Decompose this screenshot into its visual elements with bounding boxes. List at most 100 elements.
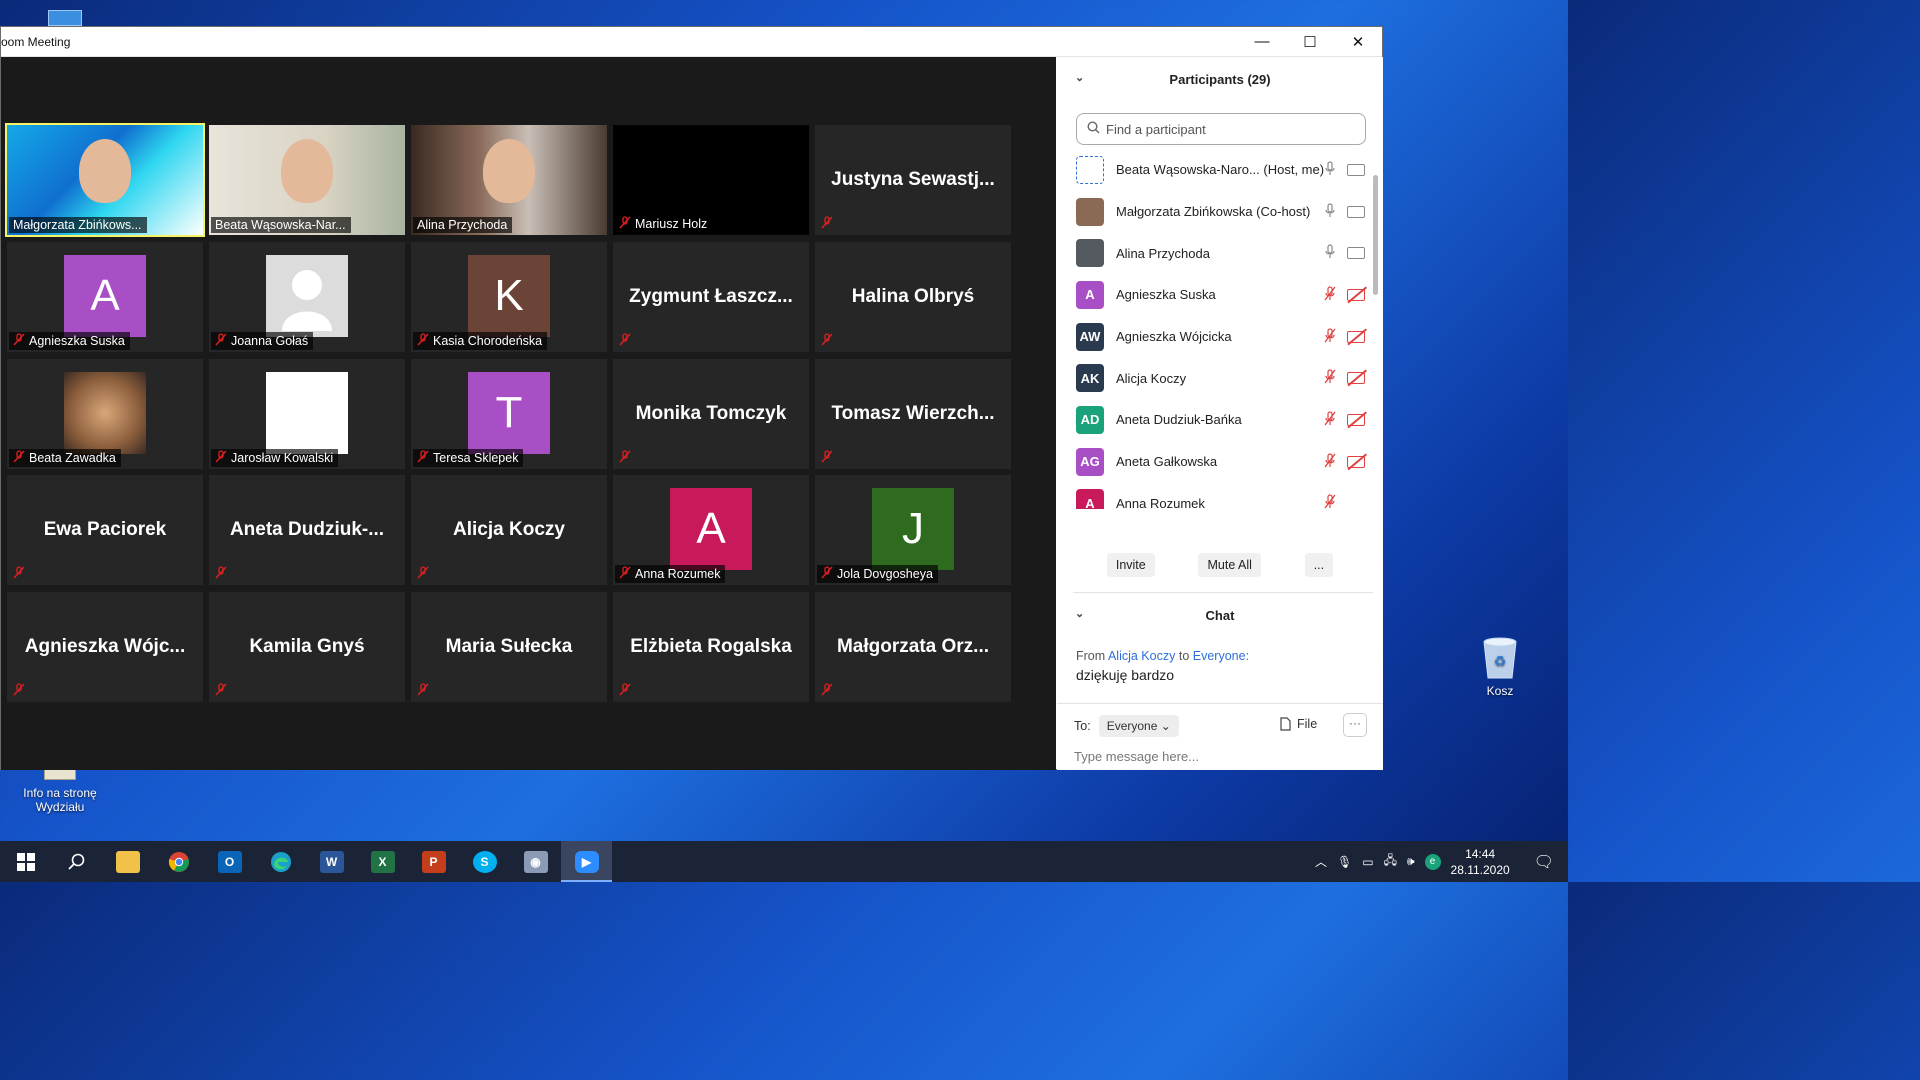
sidebar: ⌄ Participants (29) Find a participant B… bbox=[1057, 57, 1383, 770]
taskbar-edge[interactable] bbox=[255, 841, 306, 882]
recycle-bin-icon: ♻ bbox=[1483, 637, 1517, 679]
taskbar-camera[interactable]: ◉ bbox=[510, 841, 561, 882]
clock-time: 14:44 bbox=[1465, 846, 1496, 861]
participant-row[interactable]: AW Agnieszka Wójcicka bbox=[1057, 316, 1375, 358]
participant-name: Jarosław Kowalski bbox=[231, 451, 334, 465]
desktop-icon-info[interactable]: Info na stronę Wydziału bbox=[14, 766, 106, 814]
maximize-button[interactable]: ☐ bbox=[1286, 27, 1334, 57]
start-button[interactable] bbox=[0, 841, 51, 882]
to-label: To: bbox=[1074, 719, 1091, 733]
video-tile[interactable]: Joanna Gołaś bbox=[209, 242, 405, 352]
mic-muted-icon bbox=[821, 333, 833, 348]
video-tile[interactable]: Ewa Paciorek bbox=[7, 475, 203, 585]
taskbar-excel[interactable]: X bbox=[357, 841, 408, 882]
taskbar-outlook[interactable]: O bbox=[204, 841, 255, 882]
taskbar-search[interactable] bbox=[51, 841, 102, 882]
message-input[interactable]: Type message here... bbox=[1074, 749, 1199, 764]
chat-more-button[interactable]: ··· bbox=[1343, 713, 1367, 737]
search-icon bbox=[1087, 121, 1100, 137]
mic-muted-icon bbox=[1323, 369, 1337, 387]
system-tray: ︿ 🎙 ▭ 🖧 🕪 e 14:44 28.11.2020 🗨 bbox=[1315, 841, 1568, 882]
mute-all-button[interactable]: Mute All bbox=[1198, 553, 1261, 577]
participant-row[interactable]: AK Alicja Koczy bbox=[1057, 357, 1375, 399]
chevron-up-icon[interactable]: ︿ bbox=[1315, 853, 1327, 870]
taskbar-chrome[interactable] bbox=[153, 841, 204, 882]
video-tile[interactable]: Małgorzata Zbińkows... bbox=[5, 123, 205, 237]
invite-button[interactable]: Invite bbox=[1106, 553, 1155, 577]
participant-name-label: Teresa Sklepek bbox=[413, 449, 524, 467]
video-tile[interactable]: Aneta Dudziuk-... bbox=[209, 475, 405, 585]
chevron-down-icon[interactable]: ⌄ bbox=[1075, 607, 1084, 620]
close-button[interactable]: ✕ bbox=[1334, 27, 1382, 57]
microphone-icon[interactable]: 🎙 bbox=[1337, 855, 1352, 869]
recipient-select[interactable]: Everyone ⌄ bbox=[1098, 715, 1179, 737]
video-tile[interactable]: Alina Przychoda bbox=[411, 125, 607, 235]
video-tile[interactable]: Kamila Gnyś bbox=[209, 592, 405, 702]
participant-display-name: Zygmunt Łaszcz... bbox=[629, 286, 793, 307]
desktop-icon-top[interactable] bbox=[48, 10, 82, 26]
video-tile[interactable]: Zygmunt Łaszcz... bbox=[613, 242, 809, 352]
participant-name-label: Anna Rozumek bbox=[615, 565, 726, 583]
video-tile[interactable]: Elżbieta Rogalska bbox=[613, 592, 809, 702]
participant-name: Jola Dovgosheya bbox=[837, 567, 933, 581]
taskbar-skype[interactable]: S bbox=[459, 841, 510, 882]
participant-row[interactable]: Beata Wąsowska-Naro... (Host, me) bbox=[1057, 149, 1375, 191]
notification-icon[interactable]: 🗨 bbox=[1534, 852, 1554, 872]
video-tile[interactable]: Alicja Koczy bbox=[411, 475, 607, 585]
mic-muted-icon bbox=[619, 683, 631, 698]
mic-muted-icon bbox=[821, 683, 833, 698]
video-tile[interactable]: A Anna Rozumek bbox=[613, 475, 809, 585]
video-tile[interactable]: Tomasz Wierzch... bbox=[815, 359, 1011, 469]
video-tile[interactable]: Maria Sułecka bbox=[411, 592, 607, 702]
taskbar-word[interactable]: W bbox=[306, 841, 357, 882]
desktop-icon-recycle-bin[interactable]: ♻ Kosz bbox=[1474, 634, 1526, 698]
video-tile[interactable]: K Kasia Chorodeńska bbox=[411, 242, 607, 352]
network-icon[interactable]: 🖧 bbox=[1384, 851, 1397, 872]
video-tile[interactable]: Halina Olbryś bbox=[815, 242, 1011, 352]
chevron-down-icon[interactable]: ⌄ bbox=[1075, 71, 1084, 84]
taskbar-file-explorer[interactable] bbox=[102, 841, 153, 882]
video-tile[interactable]: Beata Zawadka bbox=[7, 359, 203, 469]
video-tile[interactable]: T Teresa Sklepek bbox=[411, 359, 607, 469]
volume-icon[interactable]: 🕪 bbox=[1407, 854, 1415, 869]
participant-name: Kasia Chorodeńska bbox=[433, 334, 543, 348]
video-tile[interactable]: Mariusz Holz bbox=[613, 125, 809, 235]
file-label: File bbox=[1297, 717, 1318, 731]
avatar: A bbox=[670, 488, 752, 570]
mic-muted-icon bbox=[417, 450, 429, 466]
mic-muted-icon bbox=[1323, 453, 1337, 471]
svg-text:♻: ♻ bbox=[1494, 654, 1507, 670]
clock[interactable]: 14:44 28.11.2020 bbox=[1451, 846, 1510, 878]
participant-row[interactable]: A Anna Rozumek bbox=[1057, 483, 1375, 509]
video-tile[interactable]: Jarosław Kowalski bbox=[209, 359, 405, 469]
participant-row[interactable]: AG Aneta Gałkowska bbox=[1057, 441, 1375, 483]
participant-scrollbar[interactable] bbox=[1373, 175, 1378, 295]
participant-row[interactable]: AD Aneta Dudziuk-Bańka bbox=[1057, 399, 1375, 441]
zoom-icon: ▶ bbox=[574, 850, 599, 873]
participant-row[interactable]: Alina Przychoda bbox=[1057, 232, 1375, 274]
file-button[interactable]: File bbox=[1280, 717, 1317, 731]
taskbar-zoom[interactable]: ▶ bbox=[561, 841, 612, 882]
taskbar-powerpoint[interactable]: P bbox=[408, 841, 459, 882]
chat-sender-link[interactable]: Alicja Koczy bbox=[1108, 649, 1175, 663]
video-tile[interactable]: Justyna Sewastj... bbox=[815, 125, 1011, 235]
search-input[interactable]: Find a participant bbox=[1076, 113, 1366, 145]
video-tile[interactable]: J Jola Dovgosheya bbox=[815, 475, 1011, 585]
participant-row[interactable]: Małgorzata Zbińkowska (Co-host) bbox=[1057, 191, 1375, 233]
video-tile[interactable]: Małgorzata Orz... bbox=[815, 592, 1011, 702]
taskbar: O W X P S ◉ ▶ ︿ 🎙 ▭ 🖧 🕪 e 14:44 28.11.20… bbox=[0, 841, 1568, 882]
mic-muted-icon bbox=[417, 683, 429, 698]
chat-recipient-link[interactable]: Everyone: bbox=[1193, 649, 1249, 663]
video-tile[interactable]: Agnieszka Wójc... bbox=[7, 592, 203, 702]
video-tile[interactable]: Beata Wąsowska-Nar... bbox=[209, 125, 405, 235]
language-icon[interactable]: e bbox=[1424, 853, 1441, 870]
battery-icon[interactable]: ▭ bbox=[1362, 855, 1373, 869]
camera-icon bbox=[1347, 247, 1365, 260]
minimize-button[interactable]: — bbox=[1238, 27, 1286, 57]
more-options-button[interactable]: ... bbox=[1304, 553, 1334, 577]
video-tile[interactable]: A Agnieszka Suska bbox=[7, 242, 203, 352]
video-tile[interactable]: Monika Tomczyk bbox=[613, 359, 809, 469]
windows-logo-icon bbox=[16, 852, 35, 871]
participant-row[interactable]: A Agnieszka Suska bbox=[1057, 274, 1375, 316]
participant-display-name: Małgorzata Orz... bbox=[836, 636, 990, 657]
